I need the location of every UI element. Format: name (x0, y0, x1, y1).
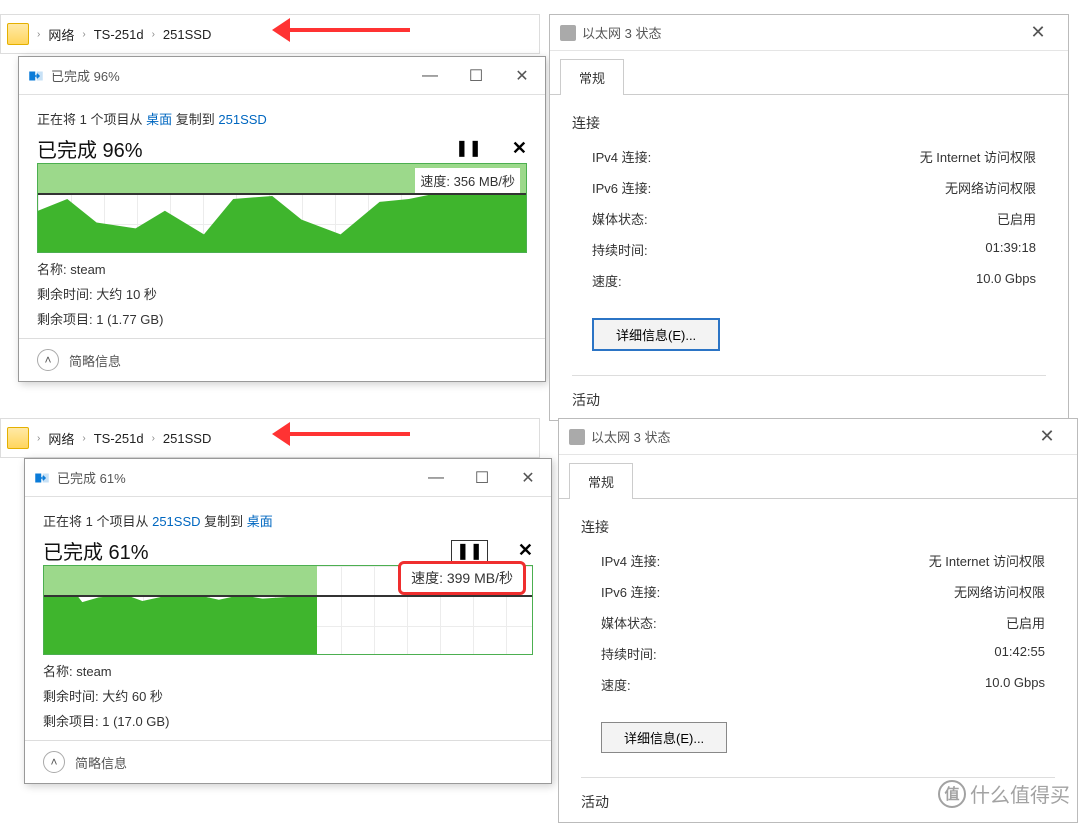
section-activity: 活动 (572, 375, 1046, 410)
close-button[interactable]: ✕ (1018, 15, 1058, 51)
row-media: 媒体状态:已启用 (592, 209, 1046, 228)
crumb-network[interactable]: 网络 (48, 25, 74, 44)
chevron-right-icon: › (33, 433, 44, 444)
section-connection: 连接 (581, 517, 1055, 537)
breadcrumb-top[interactable]: › 网络 › TS-251d › 251SSD (0, 14, 540, 54)
close-button[interactable]: ✕ (499, 57, 545, 95)
chevron-right-icon: › (148, 433, 159, 444)
chevron-right-icon: › (78, 433, 89, 444)
dest-link[interactable]: 桌面 (247, 514, 273, 529)
title-text: 以太网 3 状态 (591, 427, 670, 446)
crumb-ts251d[interactable]: TS-251d (94, 27, 144, 42)
watermark: 值 什么值得买 (938, 779, 1070, 808)
chevron-right-icon: › (33, 29, 44, 40)
titlebar[interactable]: 以太网 3 状态 ✕ (559, 419, 1077, 455)
time-remaining: 剩余时间: 大约 10 秒 (37, 284, 527, 303)
file-name: 名称: steam (43, 661, 533, 680)
titlebar[interactable]: 已完成 96% ― ☐ ✕ (19, 57, 545, 95)
title-text: 已完成 61% (57, 468, 126, 487)
tab-general[interactable]: 常规 (569, 463, 633, 499)
maximize-button[interactable]: ☐ (453, 57, 499, 95)
breadcrumb-bottom[interactable]: › 网络 › TS-251d › 251SSD (0, 418, 540, 458)
chevron-up-icon[interactable]: ˄ (43, 751, 65, 773)
row-media: 媒体状态:已启用 (601, 613, 1055, 632)
minimize-button[interactable]: ― (407, 57, 453, 95)
details-button[interactable]: 详细信息(E)... (601, 722, 727, 753)
speed-label-highlight: 速度: 399 MB/秒 (398, 561, 526, 595)
row-ipv6: IPv6 连接:无网络访问权限 (592, 178, 1046, 197)
dest-link[interactable]: 251SSD (218, 112, 266, 127)
chevron-right-icon: › (148, 29, 159, 40)
copy-from-to: 正在将 1 个项目从 251SSD 复制到 桌面 (43, 511, 533, 530)
maximize-button[interactable]: ☐ (459, 459, 505, 497)
titlebar[interactable]: 已完成 61% ― ☐ ✕ (25, 459, 551, 497)
copy-dialog-2: 已完成 61% ― ☐ ✕ 正在将 1 个项目从 251SSD 复制到 桌面 已… (24, 458, 552, 784)
section-connection: 连接 (572, 113, 1046, 133)
title-text: 已完成 96% (51, 66, 120, 85)
pause-button[interactable]: ❚❚ (451, 540, 488, 562)
speed-chart: 速度: 399 MB/秒 (43, 565, 533, 655)
chevron-up-icon[interactable]: ˄ (37, 349, 59, 371)
titlebar[interactable]: 以太网 3 状态 ✕ (550, 15, 1068, 51)
nic-icon (569, 429, 585, 445)
ethernet-status-dialog-2: 以太网 3 状态 ✕ 常规 连接 IPv4 连接:无 Internet 访问权限… (558, 418, 1078, 823)
chevron-right-icon: › (78, 29, 89, 40)
copy-dialog-1: 已完成 96% ― ☐ ✕ 正在将 1 个项目从 桌面 复制到 251SSD 已… (18, 56, 546, 382)
row-ipv4: IPv4 连接:无 Internet 访问权限 (592, 147, 1046, 166)
speed-chart: 速度: 356 MB/秒 (37, 163, 527, 253)
copy-icon (33, 469, 51, 487)
source-link[interactable]: 251SSD (152, 514, 200, 529)
crumb-251ssd[interactable]: 251SSD (163, 27, 211, 42)
row-duration: 持续时间:01:39:18 (592, 240, 1046, 259)
source-link[interactable]: 桌面 (146, 112, 172, 127)
progress-text: 已完成 96% (37, 140, 143, 162)
file-name: 名称: steam (37, 259, 527, 278)
row-ipv6: IPv6 连接:无网络访问权限 (601, 582, 1055, 601)
folder-icon (7, 427, 29, 449)
cancel-button[interactable]: ✕ (518, 540, 533, 562)
ethernet-status-dialog-1: 以太网 3 状态 ✕ 常规 连接 IPv4 连接:无 Internet 访问权限… (549, 14, 1069, 421)
copy-icon (27, 67, 45, 85)
speed-label: 速度: 356 MB/秒 (415, 168, 520, 193)
progress-text: 已完成 61% (43, 542, 149, 564)
close-button[interactable]: ✕ (1027, 419, 1067, 455)
title-text: 以太网 3 状态 (582, 23, 661, 42)
items-remaining: 剩余项目: 1 (1.77 GB) (37, 309, 527, 328)
time-remaining: 剩余时间: 大约 60 秒 (43, 686, 533, 705)
row-speed: 速度:10.0 Gbps (601, 675, 1055, 694)
cancel-button[interactable]: ✕ (512, 138, 527, 159)
brief-info-toggle[interactable]: 简略信息 (69, 351, 121, 370)
row-ipv4: IPv4 连接:无 Internet 访问权限 (601, 551, 1055, 570)
crumb-network[interactable]: 网络 (48, 429, 74, 448)
nic-icon (560, 25, 576, 41)
pause-button[interactable]: ❚❚ (455, 138, 482, 159)
brief-info-toggle[interactable]: 简略信息 (75, 753, 127, 772)
row-speed: 速度:10.0 Gbps (592, 271, 1046, 290)
row-duration: 持续时间:01:42:55 (601, 644, 1055, 663)
items-remaining: 剩余项目: 1 (17.0 GB) (43, 711, 533, 730)
close-button[interactable]: ✕ (505, 459, 551, 497)
details-button[interactable]: 详细信息(E)... (592, 318, 720, 351)
crumb-251ssd[interactable]: 251SSD (163, 431, 211, 446)
watermark-badge-icon: 值 (938, 780, 966, 808)
minimize-button[interactable]: ― (413, 459, 459, 497)
tab-general[interactable]: 常规 (560, 59, 624, 95)
crumb-ts251d[interactable]: TS-251d (94, 431, 144, 446)
folder-icon (7, 23, 29, 45)
copy-from-to: 正在将 1 个项目从 桌面 复制到 251SSD (37, 109, 527, 128)
